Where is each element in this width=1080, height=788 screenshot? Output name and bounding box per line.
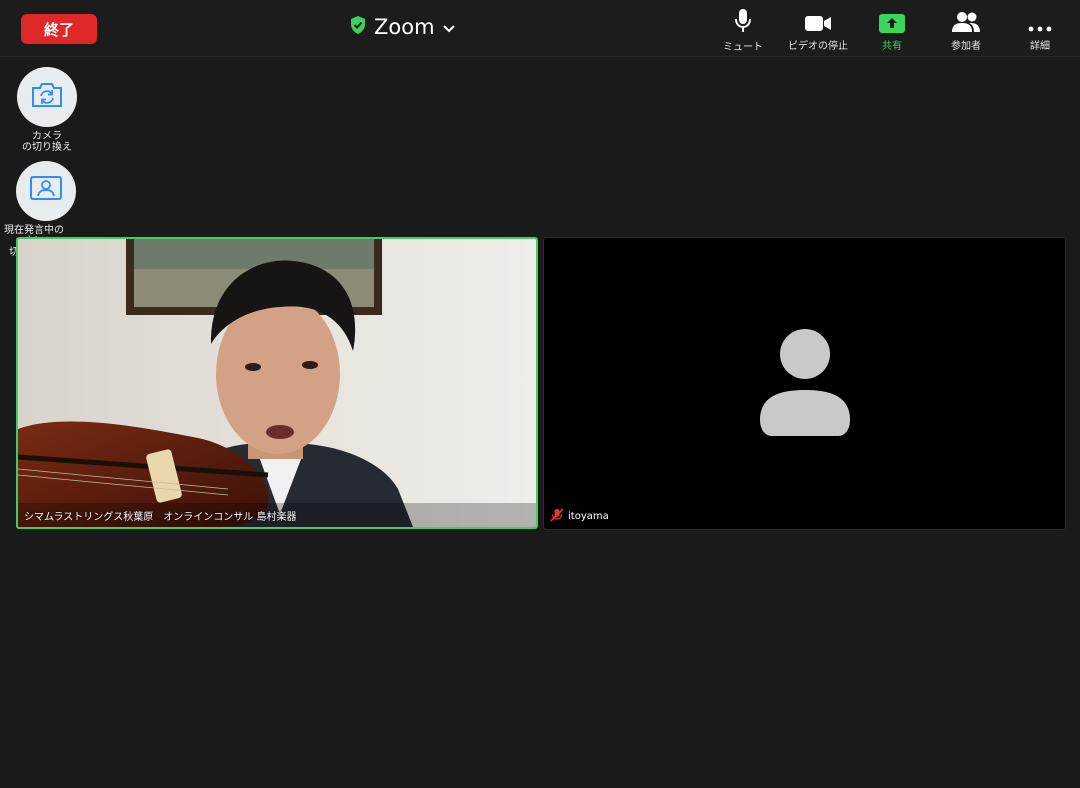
share-screen-icon <box>879 8 905 33</box>
participants-button[interactable]: 参加者 <box>926 8 1006 52</box>
switch-camera-label: カメラ の切り換え <box>22 131 72 153</box>
video-camera-icon <box>804 8 832 33</box>
meeting-title[interactable]: Zoom <box>350 12 455 42</box>
participant-name: シマムラストリングス秋葉原 オンラインコンサル 島村楽器 <box>24 512 297 523</box>
video-tile-participant[interactable]: itoyama <box>543 237 1066 530</box>
chevron-down-icon <box>442 18 455 37</box>
end-meeting-button[interactable]: 終了 <box>21 14 97 44</box>
stop-video-label: ビデオの停止 <box>788 41 848 52</box>
switch-camera-circle[interactable] <box>17 67 77 127</box>
participants-label: 参加者 <box>951 41 981 52</box>
stop-video-button[interactable]: ビデオの停止 <box>778 8 858 52</box>
app-title: Zoom <box>374 15 435 39</box>
participant-name: itoyama <box>568 511 609 522</box>
shield-check-icon <box>350 16 366 38</box>
more-button[interactable]: 詳細 <box>1000 8 1080 52</box>
camera-rotate-icon <box>30 81 64 113</box>
microphone-icon <box>734 8 752 34</box>
participant-video <box>18 239 536 527</box>
share-label: 共有 <box>882 41 902 52</box>
speaker-view-icon <box>30 176 62 206</box>
microphone-muted-icon <box>550 508 564 525</box>
share-button[interactable]: 共有 <box>852 8 932 52</box>
switch-camera-button[interactable]: カメラ の切り換え <box>0 67 97 153</box>
mute-button[interactable]: ミュート <box>703 8 783 53</box>
mute-label: ミュート <box>723 42 763 53</box>
participant-name-tag: itoyama <box>550 508 609 525</box>
avatar-placeholder-icon <box>758 328 852 442</box>
participants-icon <box>952 8 980 33</box>
more-icon <box>1028 8 1052 33</box>
video-tile-active-speaker[interactable]: シマムラストリングス秋葉原 オンラインコンサル 島村楽器 <box>16 237 538 529</box>
switch-to-speaker-circle[interactable] <box>16 161 76 221</box>
more-label: 詳細 <box>1030 41 1050 52</box>
meeting-toolbar: 終了 Zoom ミュート ビデオの停止 共有 参加者 詳細 <box>0 0 1080 57</box>
participant-name-tag: シマムラストリングス秋葉原 オンラインコンサル 島村楽器 <box>24 508 296 523</box>
